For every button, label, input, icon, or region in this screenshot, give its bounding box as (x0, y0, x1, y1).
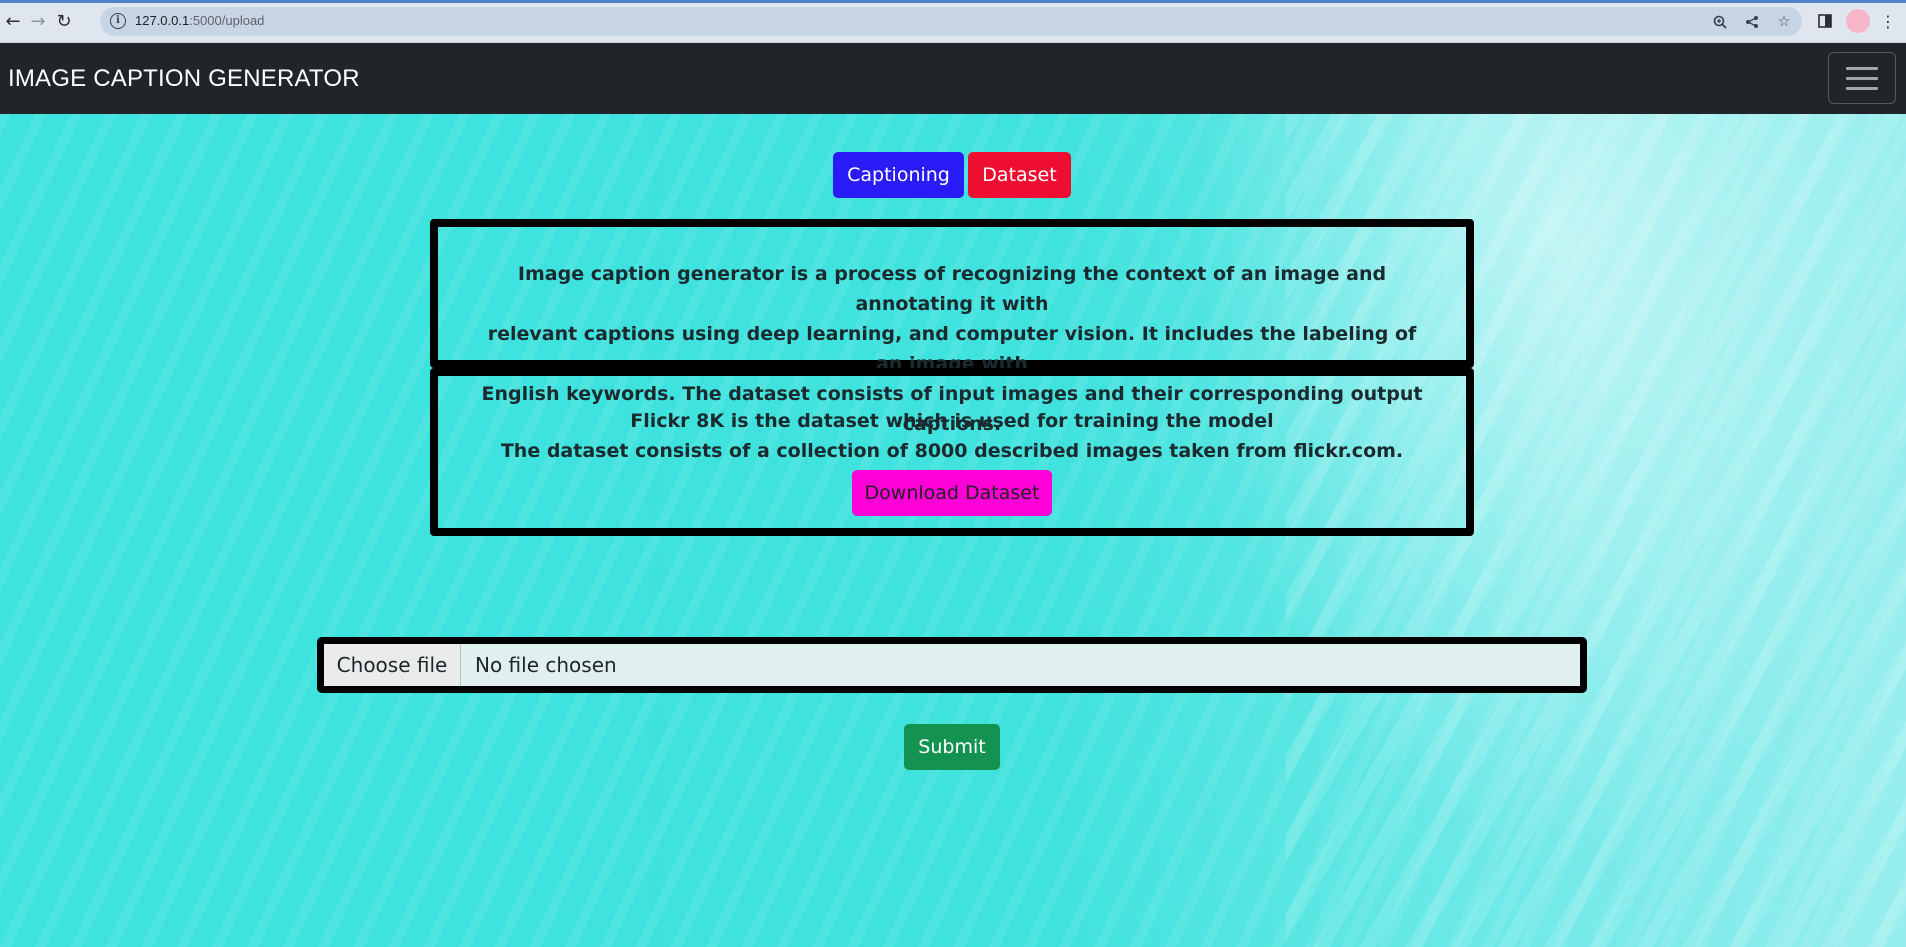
site-info-icon[interactable]: i (110, 13, 126, 29)
share-icon[interactable] (1743, 13, 1761, 31)
submit-button[interactable]: Submit (904, 724, 1000, 770)
hamburger-bar (1846, 66, 1878, 70)
dataset-line: The dataset consists of a collection of … (500, 440, 1404, 462)
intro-line: Image caption generator is a process of … (517, 263, 1387, 315)
url-path: :5000/upload (189, 13, 265, 28)
app-navbar: IMAGE CAPTION GENERATOR (0, 43, 1906, 114)
choose-file-button[interactable]: Choose file (324, 644, 461, 686)
reload-icon[interactable]: ↻ (53, 10, 75, 32)
dataset-line: Flickr 8K is the dataset which is used f… (630, 410, 1274, 432)
kebab-menu-icon[interactable]: ⋮ (1875, 8, 1901, 34)
browser-toolbar: ← → ↻ i 127.0.0.1:5000/upload ☆ ⋮ (0, 0, 1906, 43)
hamburger-bar (1846, 86, 1878, 90)
url-host: 127.0.0.1 (135, 13, 190, 28)
forward-arrow-icon[interactable]: → (27, 10, 49, 32)
address-url[interactable]: 127.0.0.1:5000/upload (135, 13, 264, 28)
dataset-panel: Flickr 8K is the dataset which is used f… (430, 368, 1474, 536)
captioning-button[interactable]: Captioning (833, 152, 964, 198)
profile-avatar-icon[interactable] (1845, 8, 1871, 34)
window-top-edge (0, 0, 1906, 3)
zoom-icon[interactable] (1711, 13, 1729, 31)
file-upload-field[interactable]: Choose file No file chosen (317, 637, 1587, 693)
download-dataset-button[interactable]: Download Dataset (852, 470, 1052, 516)
hamburger-bar (1846, 76, 1878, 80)
address-bar[interactable]: i 127.0.0.1:5000/upload ☆ (100, 7, 1802, 36)
side-panel-icon[interactable] (1812, 8, 1838, 34)
dataset-button[interactable]: Dataset (968, 152, 1071, 198)
intro-panel: Image caption generator is a process of … (430, 219, 1474, 435)
bookmark-star-icon[interactable]: ☆ (1775, 13, 1793, 31)
hamburger-icon[interactable] (1828, 52, 1896, 104)
brand-title[interactable]: IMAGE CAPTION GENERATOR (8, 65, 360, 93)
file-status: No file chosen (475, 653, 617, 677)
back-arrow-icon[interactable]: ← (2, 10, 24, 32)
